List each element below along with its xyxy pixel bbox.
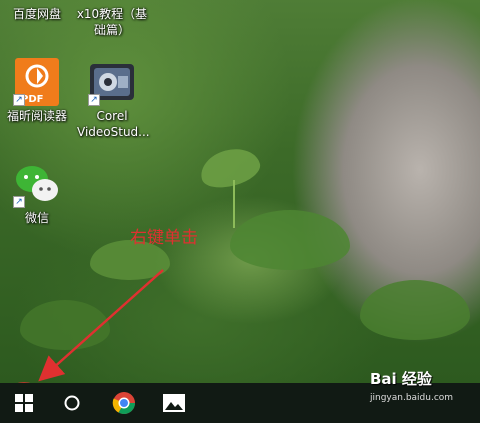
baidu-jingyan-watermark: Bai 经验 jingyan.baidu.com <box>370 368 480 403</box>
desktop-wallpaper <box>0 0 480 383</box>
clover-leaf <box>230 210 350 270</box>
windows-logo-icon <box>15 394 33 412</box>
wechat-icon: ↗ <box>13 160 61 208</box>
chrome-button[interactable] <box>100 383 148 423</box>
annotation-right-click-text: 右键单击 <box>130 228 198 248</box>
corel-videostudio-icon: ↗ <box>88 58 136 106</box>
desktop-icon-label: 微信 <box>24 211 49 225</box>
clover-leaf <box>196 142 264 194</box>
desktop-icon-wechat[interactable]: ↗ 微信 <box>2 160 72 226</box>
photos-icon <box>163 394 185 412</box>
desktop-icon-label: Corel VideoStud... <box>77 109 150 139</box>
watermark-brand: Bai 经验 <box>370 370 432 388</box>
shortcut-arrow-icon: ↗ <box>13 94 25 106</box>
watermark-url: jingyan.baidu.com <box>370 393 454 403</box>
document-icon <box>88 0 136 4</box>
clover-stem <box>233 180 235 228</box>
clover-leaf <box>20 300 110 350</box>
desktop-icon-x10-tutorial[interactable]: x10教程（基础篇） <box>72 0 152 38</box>
photos-button[interactable] <box>150 383 198 423</box>
desktop-icon-corel-videostudio[interactable]: ↗ Corel VideoStud... <box>77 58 150 140</box>
chrome-icon <box>112 392 135 414</box>
clover-leaf <box>360 280 470 340</box>
desktop-icon-foxit-reader[interactable]: PDF ↗ 福昕阅读器 <box>2 58 72 124</box>
desktop-icon-label: 百度网盘 <box>12 7 61 21</box>
desktop-icon-label: x10教程（基础篇） <box>76 7 148 37</box>
foxit-pdf-icon: PDF ↗ <box>13 58 61 106</box>
shortcut-arrow-icon: ↗ <box>88 94 100 106</box>
baidu-netdisk-icon <box>13 0 61 4</box>
desktop-icon-baidu-netdisk[interactable]: 百度网盘 <box>2 0 72 22</box>
start-button[interactable] <box>0 383 48 423</box>
shortcut-arrow-icon: ↗ <box>13 196 25 208</box>
desktop-icon-label: 福昕阅读器 <box>6 109 67 123</box>
search-button[interactable] <box>48 383 96 423</box>
cortana-circle-icon <box>64 395 80 411</box>
